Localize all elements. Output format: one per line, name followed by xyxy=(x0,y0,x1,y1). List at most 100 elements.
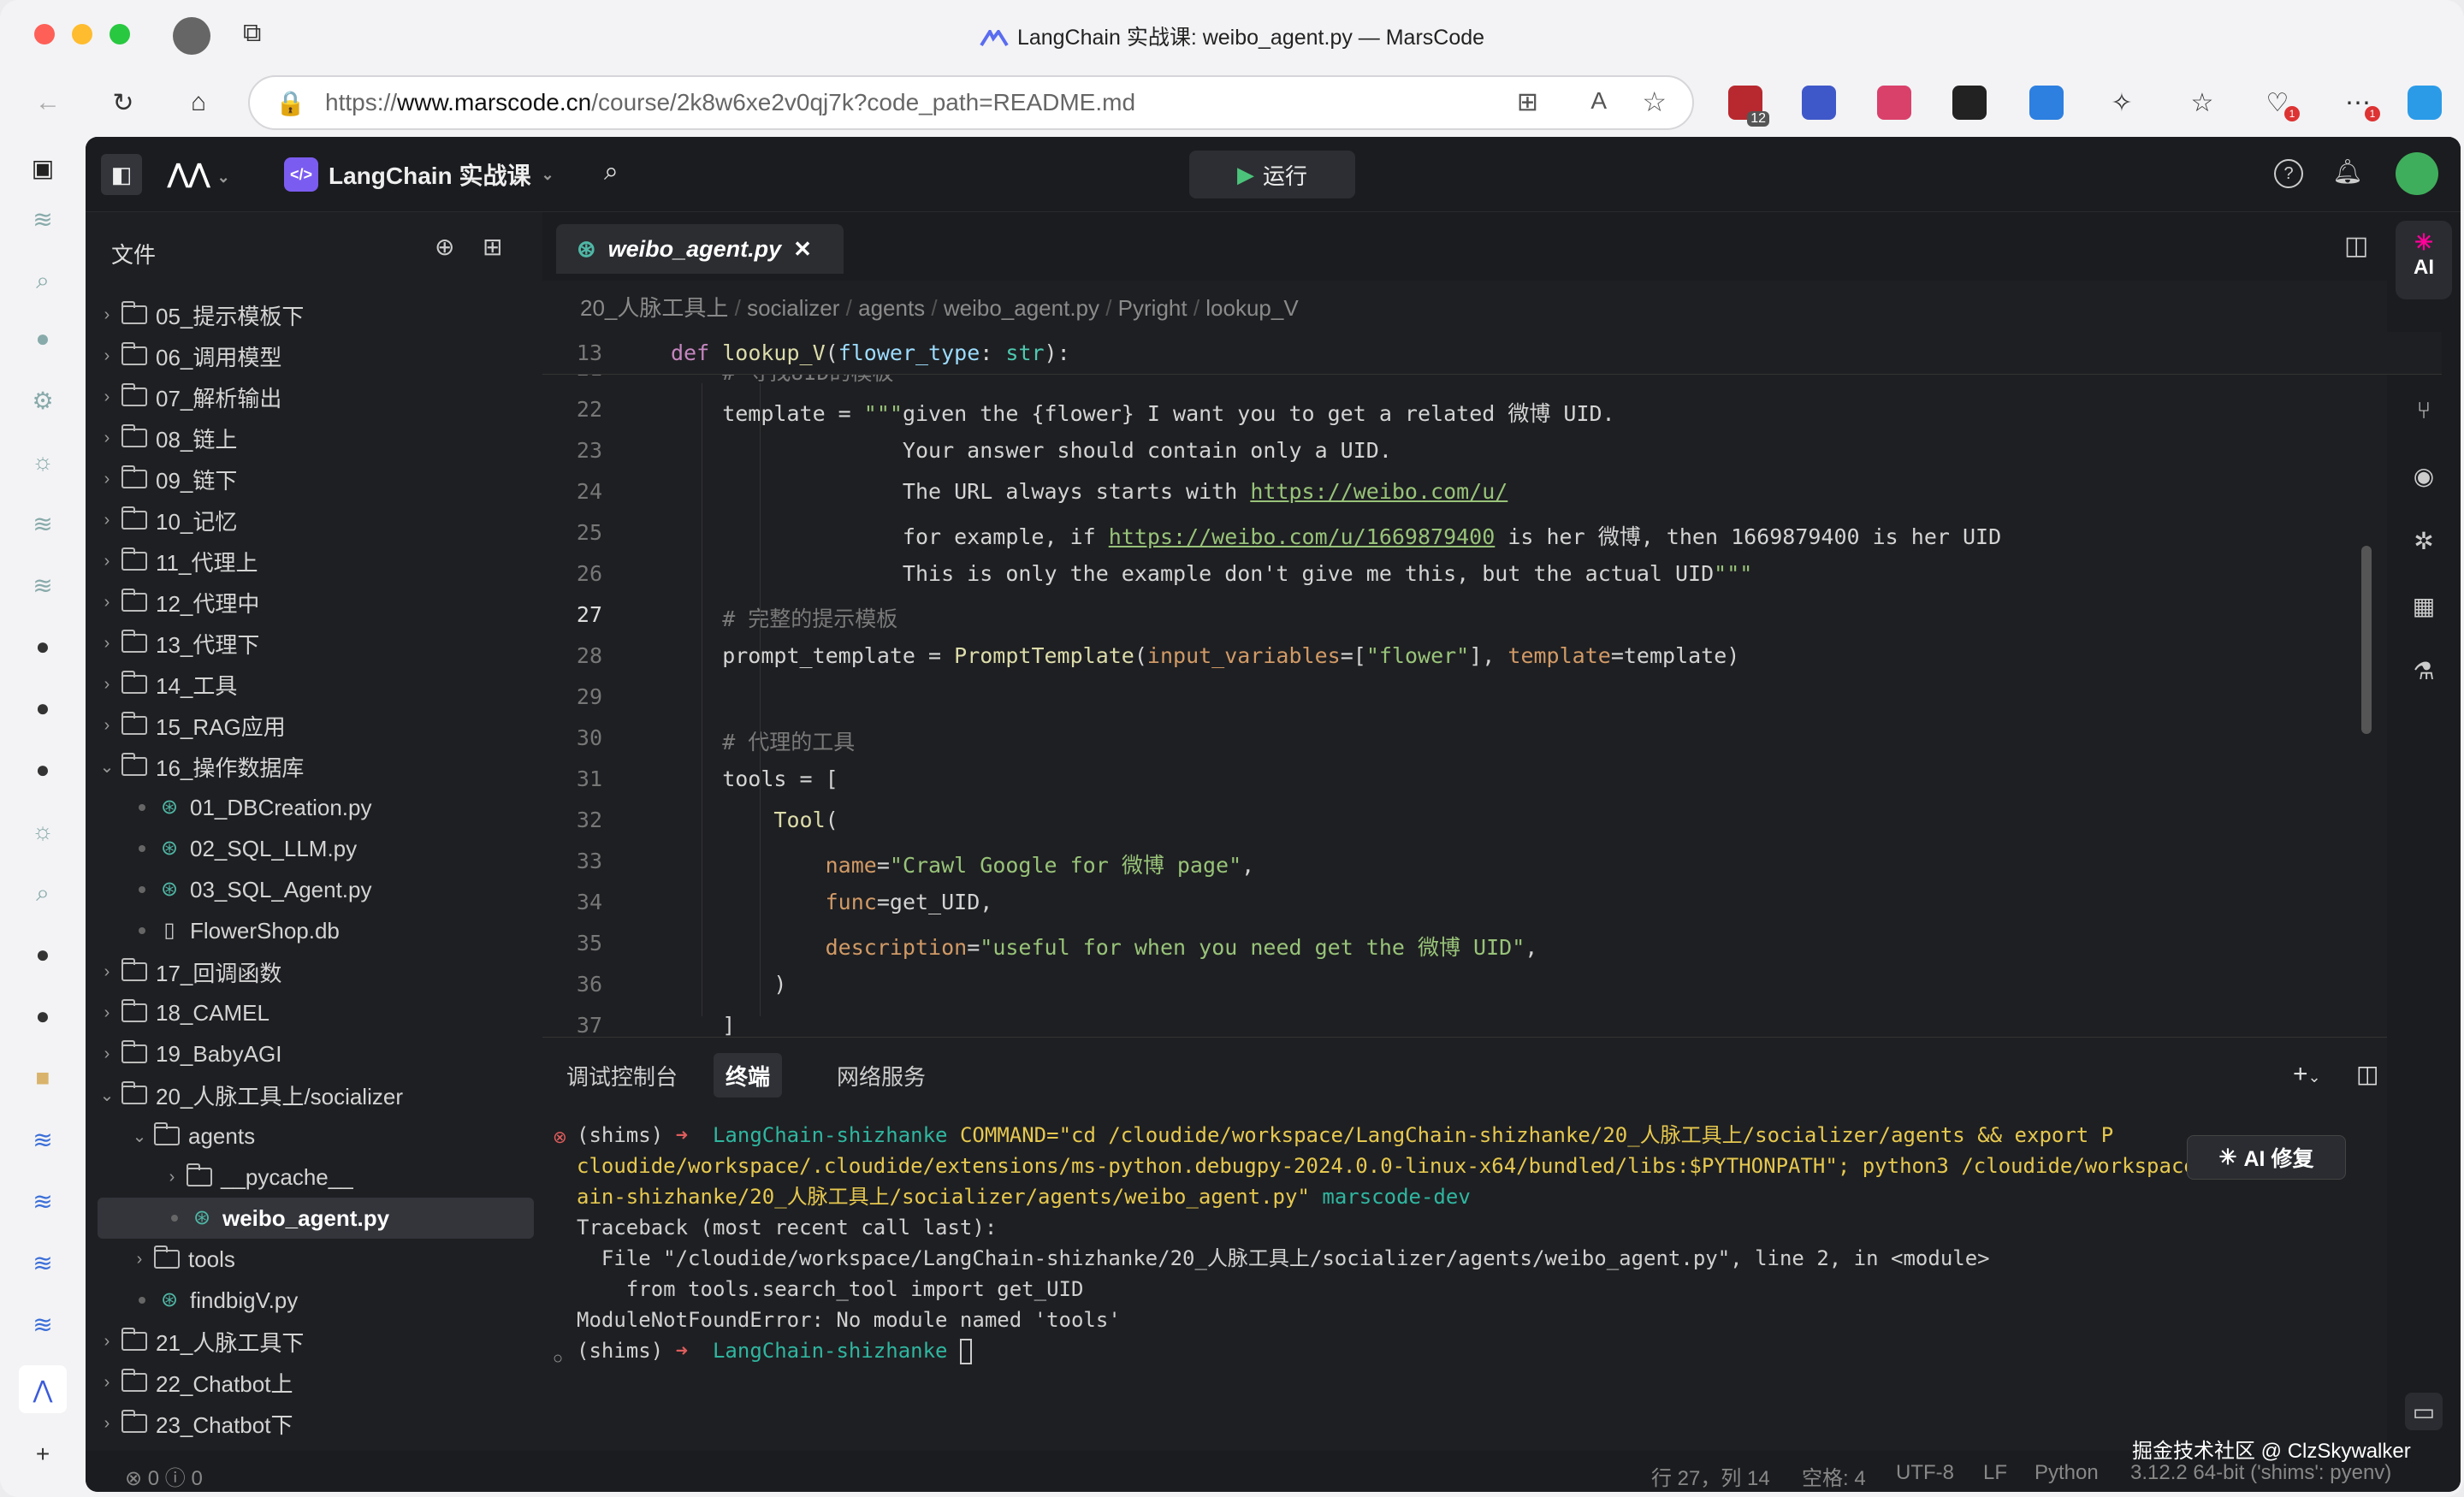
code-line[interactable]: description="useful for when you need ge… xyxy=(671,931,1538,962)
code-line[interactable]: for example, if https://weibo.com/u/1669… xyxy=(671,520,2001,551)
sidebar-layer-icon[interactable]: ≋ xyxy=(26,1122,60,1157)
code-line[interactable]: # 完整的提示模板 xyxy=(671,602,897,633)
code-line[interactable]: Your answer should contain only a UID. xyxy=(671,438,1392,463)
sidebar-layer-icon[interactable]: ≋ xyxy=(26,1246,60,1280)
tree-item[interactable]: ▯ FlowerShop.db xyxy=(98,910,534,951)
performance-icon[interactable]: ♡ 1 xyxy=(2259,84,2300,121)
tree-item[interactable]: › 15_RAG应用 xyxy=(98,705,534,746)
sidebar-avatar-icon[interactable]: ● xyxy=(26,938,60,972)
breadcrumb-item[interactable]: socializer xyxy=(747,295,839,321)
sidebar-layer-icon[interactable]: ≋ xyxy=(26,1307,60,1341)
extensions-grid-icon[interactable]: ▦ xyxy=(2405,587,2443,624)
tree-item[interactable]: › 09_链下 xyxy=(98,459,534,500)
new-file-icon[interactable]: ⊕ xyxy=(435,233,454,261)
tree-item[interactable]: › 14_工具 xyxy=(98,664,534,705)
tree-item[interactable]: › 05_提示模板下 xyxy=(98,294,534,335)
tree-item[interactable]: ⊛ 01_DBCreation.py xyxy=(98,787,534,828)
code-line[interactable]: name="Crawl Google for 微博 page", xyxy=(671,849,1255,879)
new-folder-icon[interactable]: ⊞ xyxy=(483,233,502,261)
read-aloud-icon[interactable]: A xyxy=(1590,87,1607,115)
sidebar-github-icon[interactable]: ● xyxy=(26,999,60,1033)
toggle-sidebar-icon[interactable]: ◧ xyxy=(101,154,142,195)
split-terminal-icon[interactable]: ◫ xyxy=(2356,1060,2378,1088)
tree-item[interactable]: ⊛ findbigV.py xyxy=(98,1280,534,1321)
tree-item[interactable]: ⊛ 03_SQL_Agent.py xyxy=(98,869,534,910)
extension-shield-icon[interactable]: 12 xyxy=(1728,86,1769,127)
tree-item[interactable]: ⌄ 20_人脉工具上/socializer xyxy=(98,1074,534,1115)
tree-item[interactable]: › 12_代理中 xyxy=(98,582,534,623)
ai-fix-button[interactable]: ✳ AI 修复 xyxy=(2187,1135,2346,1180)
tab-actions-icon[interactable]: ▣ xyxy=(26,151,60,185)
extension-window-icon[interactable] xyxy=(1802,86,1836,120)
python-interpreter[interactable]: 3.12.2 64-bit ('shims': pyenv) xyxy=(2130,1461,2391,1485)
tree-item[interactable]: ⊛ weibo_agent.py xyxy=(98,1198,534,1239)
user-avatar[interactable] xyxy=(2396,152,2438,195)
code-line[interactable]: This is only the example don't give me t… xyxy=(671,561,1752,586)
sidebar-layer-icon[interactable]: ≋ xyxy=(26,1184,60,1218)
home-icon[interactable]: ⌂ xyxy=(180,84,217,121)
sidebar-avatar-icon[interactable]: ● xyxy=(26,322,60,356)
tree-item[interactable]: › 23_Chatbot下 xyxy=(98,1403,534,1444)
close-tab-icon[interactable]: ✕ xyxy=(793,236,812,263)
preview-eye-icon[interactable]: ◉ xyxy=(2405,457,2443,494)
copilot-icon[interactable] xyxy=(2408,86,2442,120)
testing-flask-icon[interactable]: ⚗ xyxy=(2405,652,2443,689)
extension-translate-icon[interactable] xyxy=(1877,86,1911,120)
sidebar-layer-icon[interactable]: ≋ xyxy=(26,202,60,236)
sidebar-search-icon[interactable]: ⌕ xyxy=(26,263,60,298)
tree-item[interactable]: › 22_Chatbot上 xyxy=(98,1362,534,1403)
code-line[interactable]: The URL always starts with https://weibo… xyxy=(671,479,1507,504)
sticky-scroll[interactable]: 13 def lookup_V(flower_type: str): xyxy=(542,332,2442,375)
marscode-menu-logo-icon[interactable]: ⋀⋀ ⌄ xyxy=(168,159,230,189)
tree-item[interactable]: › 08_链上 xyxy=(98,417,534,459)
favorites-icon[interactable]: ☆ xyxy=(2183,84,2221,121)
sidebar-github-icon[interactable]: ● xyxy=(26,630,60,664)
run-button[interactable]: ▶ 运行 xyxy=(1189,151,1355,198)
tree-item[interactable]: › 10_记忆 xyxy=(98,500,534,541)
address-bar[interactable]: 🔒 https://www.marscode.cn/course/2k8w6xe… xyxy=(248,75,1694,130)
sidebar-github-icon[interactable]: ● xyxy=(26,691,60,725)
tab-debug-console[interactable]: 调试控制台 xyxy=(554,1053,690,1098)
code-line[interactable]: # 代理的工具 xyxy=(671,725,855,756)
code-line[interactable]: tools = [ xyxy=(671,766,838,791)
tree-item[interactable]: › 11_代理上 xyxy=(98,541,534,582)
extensions-puzzle-icon[interactable]: ✧ xyxy=(2103,84,2141,121)
breadcrumb-item[interactable]: weibo_agent.py xyxy=(944,295,1099,321)
breadcrumb-item[interactable]: Pyright xyxy=(1118,295,1188,321)
debug-bug-icon[interactable]: ✲ xyxy=(2405,522,2443,559)
extension-chart-icon[interactable] xyxy=(1952,86,1987,120)
bell-icon[interactable]: 🔔︎ xyxy=(2332,157,2363,186)
ai-assistant-button[interactable]: ✳ AI xyxy=(2396,221,2452,299)
app-install-icon[interactable]: ⊞ xyxy=(1517,87,1538,117)
search-icon[interactable]: ⌕ xyxy=(604,157,619,186)
reload-icon[interactable]: ↻ xyxy=(104,84,142,121)
tab-terminal[interactable]: 终端 xyxy=(714,1053,783,1098)
sidebar-gear-icon[interactable]: ⚙ xyxy=(26,383,60,417)
error-count[interactable]: ⊗ 0 ⓘ 0 xyxy=(125,1461,203,1491)
sidebar-add-icon[interactable]: + xyxy=(26,1437,60,1471)
favorite-star-icon[interactable]: ☆ xyxy=(1642,86,1667,118)
indent-setting[interactable]: 空格: 4 xyxy=(1802,1461,1866,1491)
sidebar-box-icon[interactable]: ■ xyxy=(26,1061,60,1095)
code-line[interactable]: Tool( xyxy=(671,808,838,832)
tree-item[interactable]: ⌄ 16_操作数据库 xyxy=(98,746,534,787)
breadcrumb-item[interactable]: agents xyxy=(858,295,925,321)
tree-item[interactable]: › 07_解析输出 xyxy=(98,376,534,417)
tree-item[interactable]: › 17_回调函数 xyxy=(98,951,534,992)
breadcrumb-item[interactable]: 20_人脉工具上 xyxy=(580,295,728,321)
tree-item[interactable]: › 21_人脉工具下 xyxy=(98,1321,534,1362)
project-switcher[interactable]: </> LangChain 实战课 ⌄ xyxy=(284,156,554,193)
source-control-icon[interactable]: ⑂ xyxy=(2405,392,2443,429)
new-terminal-icon[interactable]: +⌄ xyxy=(2293,1060,2321,1089)
eol[interactable]: LF xyxy=(1983,1461,2007,1485)
help-icon[interactable]: ? xyxy=(2274,159,2303,188)
tab-network-services[interactable]: 网络服务 xyxy=(825,1053,938,1098)
breadcrumb-item[interactable]: lookup_V xyxy=(1205,295,1298,321)
split-editor-icon[interactable]: ◫ xyxy=(2344,231,2368,261)
sidebar-layer-icon[interactable]: ≋ xyxy=(26,506,60,541)
sidebar-marscode-icon[interactable]: ⋀ xyxy=(19,1365,67,1413)
sidebar-layer-icon[interactable]: ≋ xyxy=(26,568,60,602)
extension-bird-icon[interactable] xyxy=(2029,86,2064,120)
toggle-panel-icon[interactable]: ▭ xyxy=(2405,1393,2443,1430)
editor-tab[interactable]: ⊛ weibo_agent.py ✕ xyxy=(556,224,844,274)
